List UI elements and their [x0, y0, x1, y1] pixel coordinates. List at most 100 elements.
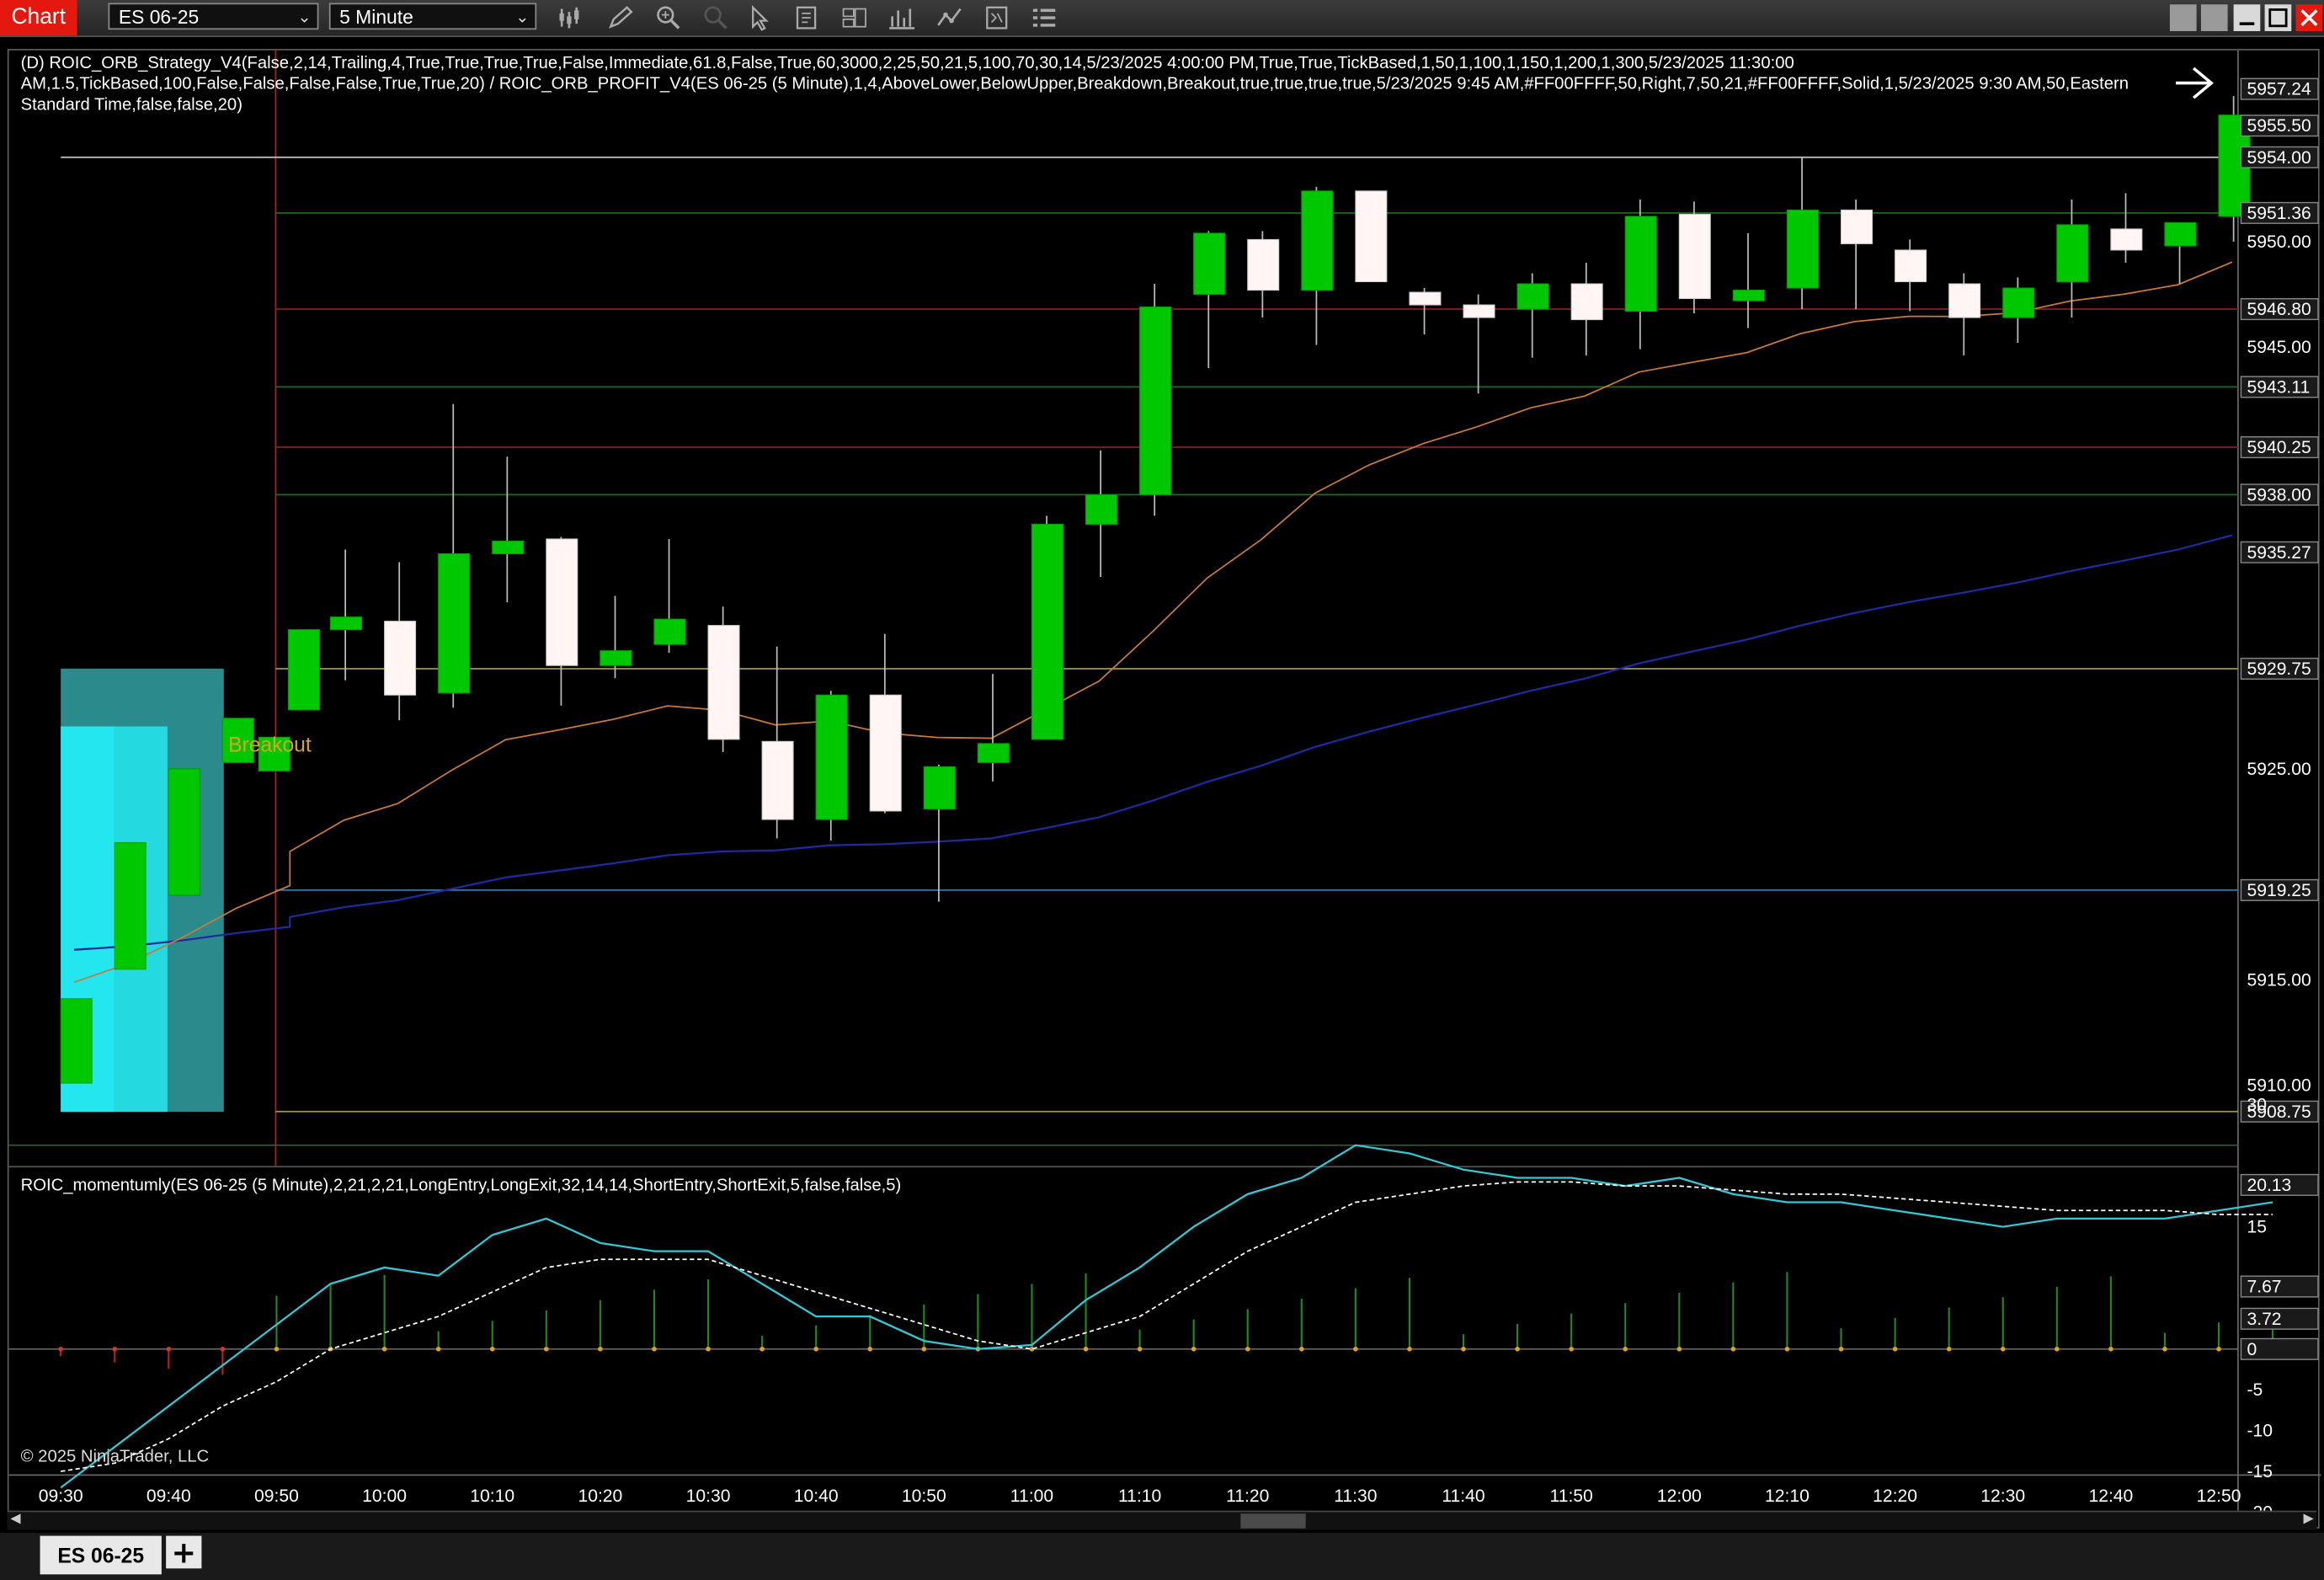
candle-body: [1247, 238, 1280, 291]
candle-body: [1516, 283, 1549, 310]
strategy-parameters-line2: AM,1.5,TickBased,100,False,False,False,F…: [20, 75, 2129, 93]
candle: [2002, 277, 2035, 344]
time-tick-label: 09:30: [39, 1487, 83, 1506]
interval-value: 5 Minute: [339, 6, 413, 29]
candle: [438, 403, 471, 708]
instrument-selector[interactable]: ES 06-25 ⌄: [108, 3, 319, 30]
candle: [546, 536, 578, 706]
price-marker-label: 5955.50: [2247, 116, 2311, 136]
momentum-dot: [220, 1346, 226, 1352]
candle: [1247, 231, 1280, 318]
momentum-marker-label: 7.67: [2247, 1278, 2281, 1297]
zoom-in-icon[interactable]: [653, 4, 683, 31]
indicators-icon[interactable]: [887, 4, 917, 31]
momentum-marker-label: 3.72: [2247, 1310, 2281, 1329]
price-marker-label: 5929.75: [2247, 659, 2311, 679]
candle: [60, 998, 93, 1084]
momentum-indicator-label: ROIC_momentumly(ES 06-25 (5 Minute),2,21…: [20, 1177, 902, 1195]
candle: [1301, 186, 1334, 345]
momentum-dot: [381, 1346, 387, 1352]
candle: [1355, 190, 1388, 283]
time-tick-label: 12:30: [1980, 1487, 2025, 1506]
pencil-icon[interactable]: [606, 4, 636, 31]
maximize-button[interactable]: [2264, 4, 2292, 31]
candle-body: [329, 617, 363, 631]
price-marker-label: 5946.80: [2247, 300, 2311, 319]
time-tick-label: 10:10: [470, 1487, 514, 1506]
minimize-button[interactable]: [2233, 4, 2261, 31]
time-tick-label: 09:40: [147, 1487, 191, 1506]
cascade-button[interactable]: [2200, 4, 2228, 31]
candle-body: [2110, 228, 2143, 251]
momentum-dot: [489, 1346, 495, 1352]
copyright-text: © 2025 NinjaTrader, LLC: [20, 1448, 210, 1466]
pointer-icon[interactable]: [745, 4, 775, 31]
price-marker: 5938.00: [2240, 483, 2319, 506]
chart-panel[interactable]: 5950.00 5945.00 5925.00 5915.00 5910.00 5957.…: [7, 49, 2321, 1530]
momentum-dot: [274, 1346, 280, 1352]
time-tick-label: 11:00: [1010, 1487, 1053, 1506]
time-tick-label: 10:00: [362, 1487, 407, 1506]
momentum-dot: [1083, 1346, 1089, 1352]
data-box-icon[interactable]: [983, 4, 1012, 31]
price-tick-label: 5950.00: [2247, 232, 2311, 252]
momentum-marker-label: 20.13: [2247, 1176, 2291, 1195]
candle-body: [288, 629, 321, 711]
properties-icon[interactable]: [793, 4, 823, 31]
templates-icon[interactable]: [840, 4, 870, 31]
arrow-right-icon: [2175, 67, 2214, 99]
candle-body: [869, 694, 902, 812]
tile-button[interactable]: [2169, 4, 2197, 31]
price-marker: 5929.75: [2240, 657, 2319, 680]
momentum-dot: [112, 1346, 118, 1352]
momentum-dot: [760, 1346, 765, 1352]
momentum-dot: [1730, 1346, 1736, 1352]
momentum-dot: [435, 1346, 441, 1352]
price-marker: 5940.25: [2240, 436, 2319, 459]
price-marker: 5943.11: [2240, 376, 2319, 398]
chart-canvas[interactable]: 5950.00 5945.00 5925.00 5915.00 5910.00 5957.…: [8, 50, 2321, 1530]
scroll-right-icon[interactable]: ▶: [2303, 1512, 2313, 1527]
tab-es-06-25[interactable]: ES 06-25: [40, 1535, 162, 1575]
momentum-dot: [1353, 1346, 1358, 1352]
price-marker-label: 5940.25: [2247, 438, 2311, 457]
candle: [1678, 201, 1711, 314]
momentum-dot: [1623, 1346, 1628, 1352]
momentum-dot: [1946, 1346, 1952, 1352]
bar-type-icon[interactable]: [556, 4, 585, 31]
candle-body: [1355, 190, 1388, 283]
strategies-icon[interactable]: [935, 4, 965, 31]
price-marker: 5935.27: [2240, 541, 2319, 563]
more-icon[interactable]: [1030, 4, 1059, 31]
candle: [114, 841, 147, 970]
momentum-marker: 0: [2240, 1337, 2319, 1360]
interval-selector[interactable]: 5 Minute ⌄: [328, 3, 537, 30]
price-tick-label: 5945.00: [2247, 338, 2311, 357]
momentum-dot: [1784, 1346, 1790, 1352]
strategy-parameters-line1: (D) ROIC_ORB_Strategy_V4(False,2,14,Trai…: [20, 55, 1794, 73]
scroll-left-icon[interactable]: ◀: [10, 1512, 20, 1527]
time-tick-label: 11:20: [1226, 1487, 1269, 1506]
candle: [1895, 239, 1927, 312]
price-marker-label: 5954.00: [2247, 148, 2311, 168]
close-button[interactable]: [2295, 4, 2323, 31]
chart-tab-bar: ES 06-25 +: [0, 1533, 2324, 1580]
candle-body: [2056, 224, 2089, 283]
zoom-out-icon[interactable]: [701, 4, 731, 31]
candle: [1193, 231, 1226, 369]
signal-line: [61, 1181, 2273, 1472]
time-tick-label: 09:50: [254, 1487, 299, 1506]
time-tick-label: 11:30: [1334, 1487, 1377, 1506]
price-marker-label: 5935.27: [2247, 543, 2311, 563]
candle: [653, 538, 686, 654]
momentum-dot: [2162, 1346, 2167, 1352]
momentum-marker: 3.72: [2240, 1307, 2319, 1330]
scrollbar-thumb[interactable]: [1240, 1513, 1306, 1529]
candle: [1570, 262, 1603, 356]
candle-body: [600, 650, 632, 666]
instrument-value: ES 06-25: [118, 6, 200, 29]
candle: [1085, 450, 1118, 578]
add-tab-button[interactable]: +: [166, 1535, 202, 1569]
time-tick-label: 12:20: [1873, 1487, 1917, 1506]
horizontal-scrollbar[interactable]: ◀ ▶: [7, 1510, 2317, 1530]
